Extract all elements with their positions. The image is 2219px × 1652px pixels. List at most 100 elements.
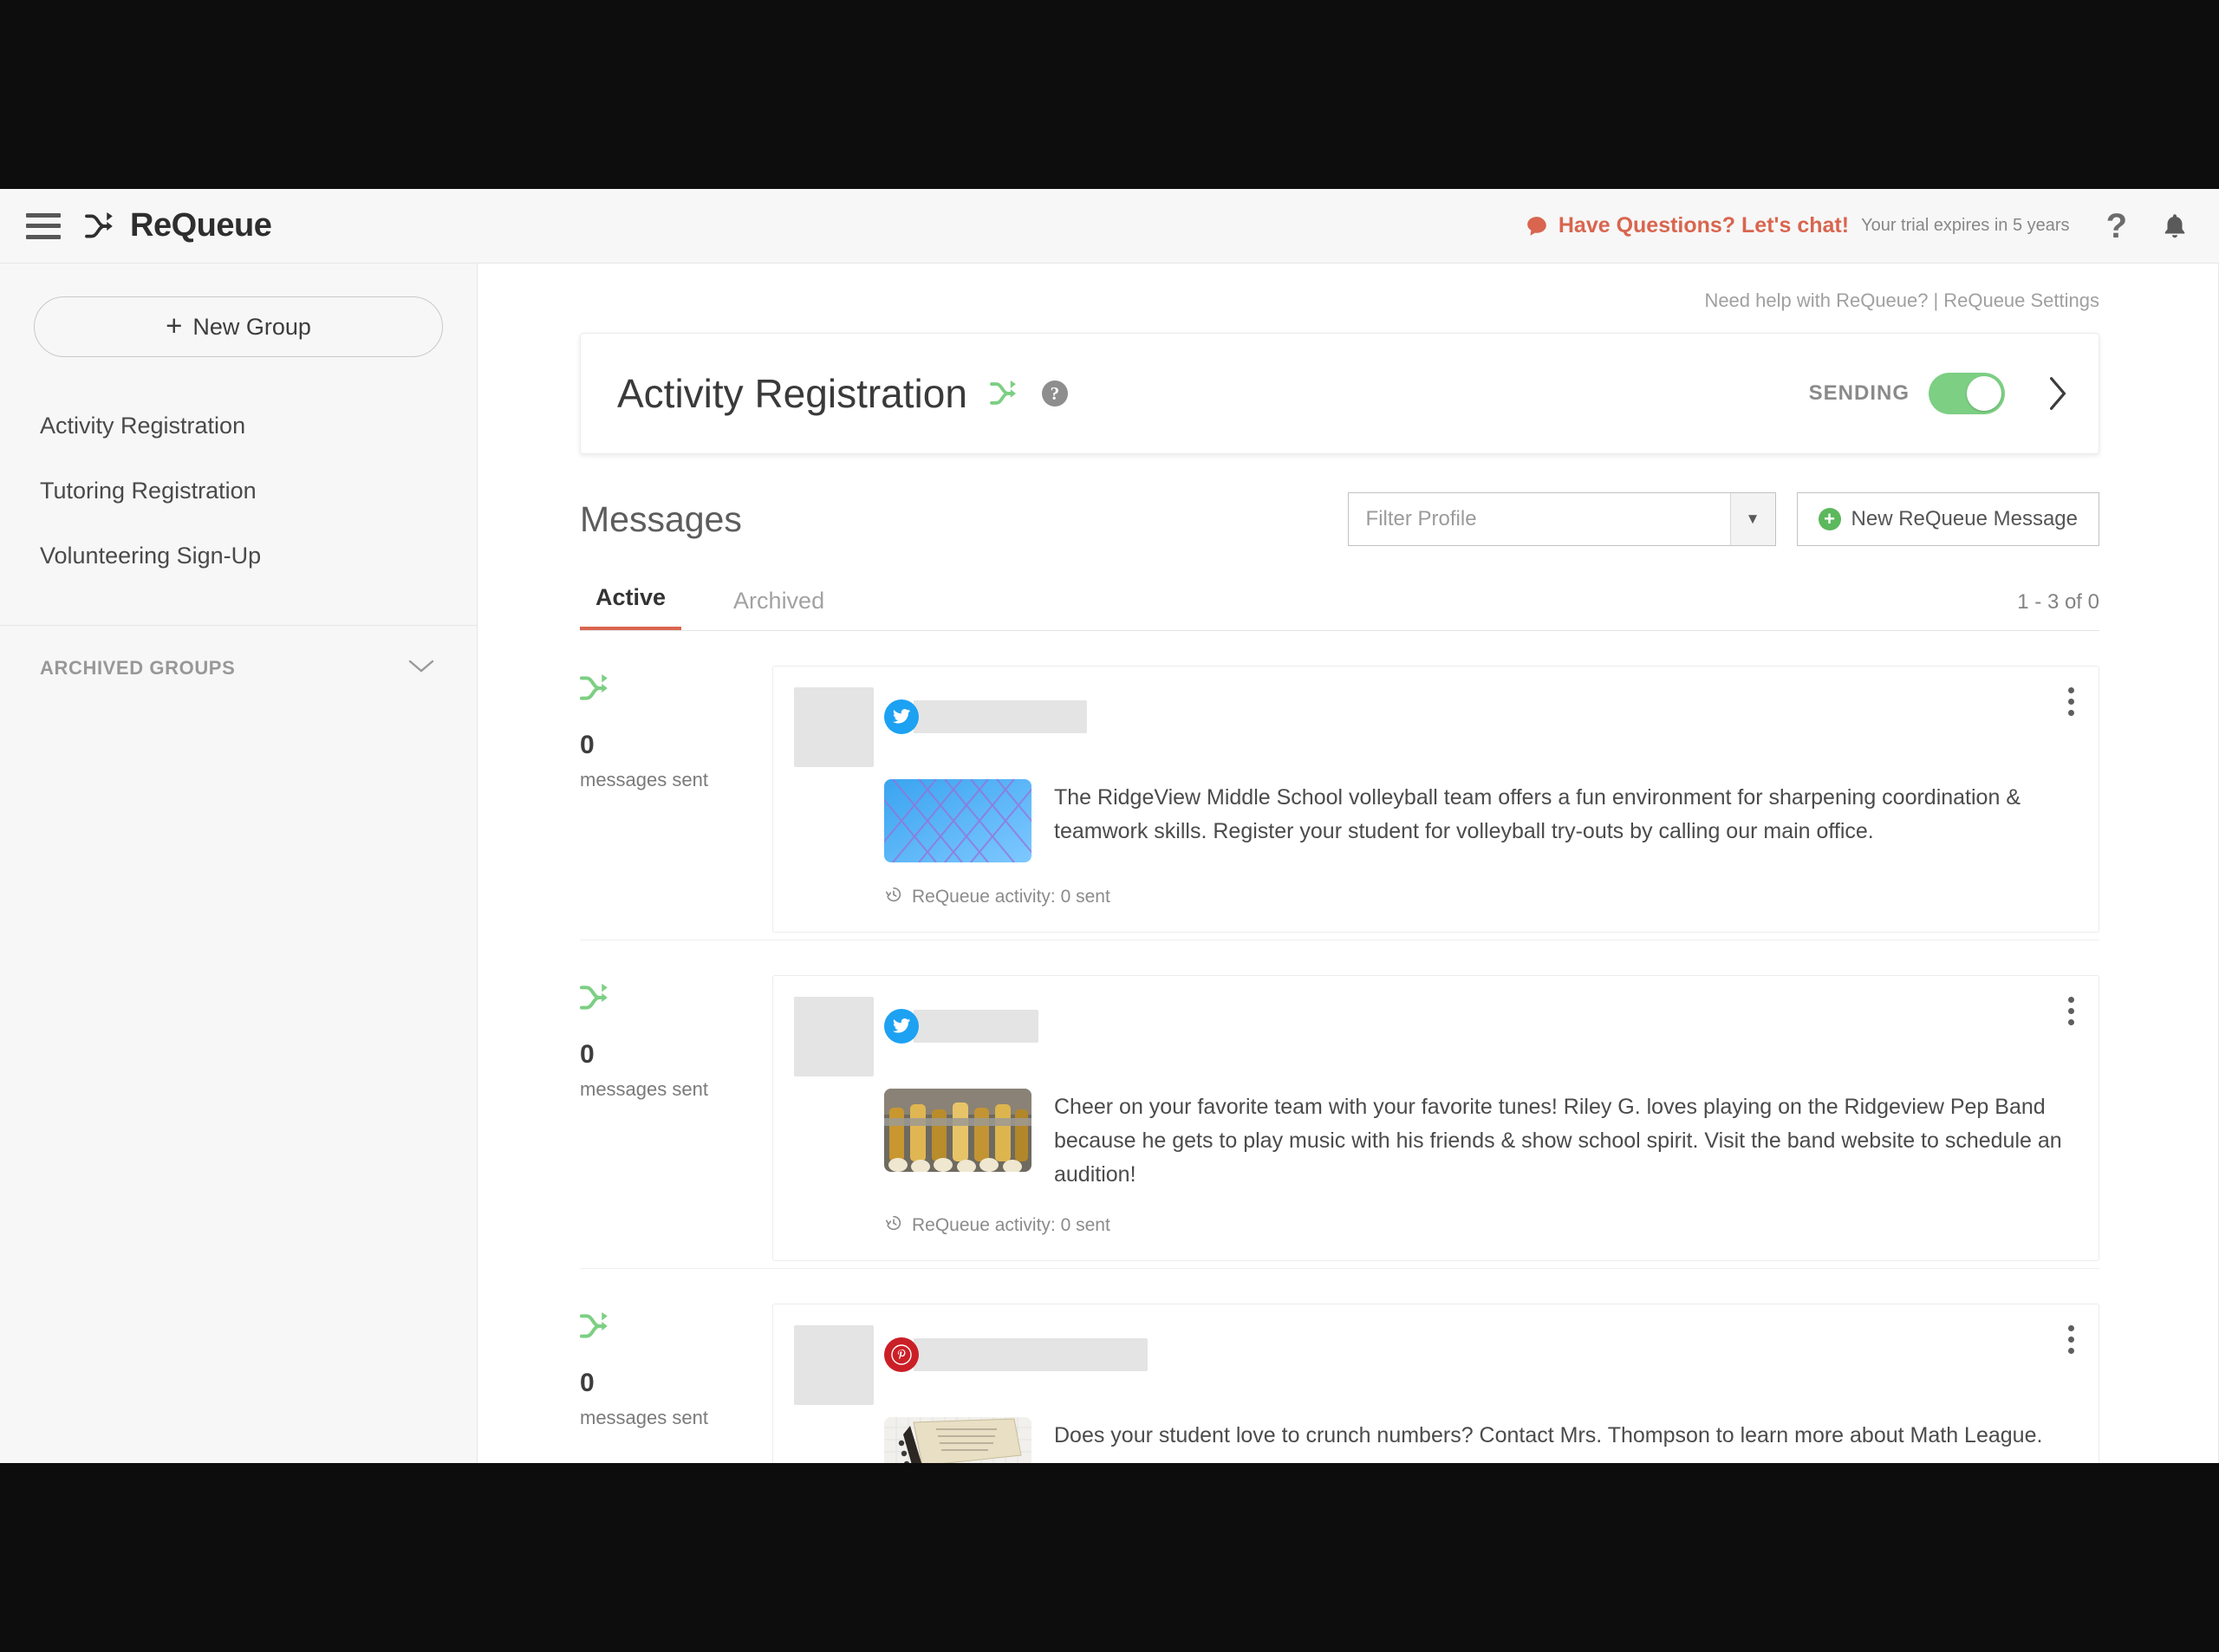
filter-profile-select[interactable]: Filter Profile ▼ — [1347, 492, 1776, 546]
message-activity: ReQueue activity: 0 sent — [794, 1213, 2073, 1238]
kebab-menu-icon[interactable] — [2063, 1320, 2079, 1359]
tab-label: Archived — [733, 588, 825, 614]
sending-label: SENDING — [1808, 381, 1910, 405]
twitter-bird-icon — [884, 1009, 919, 1044]
avatar — [794, 687, 874, 767]
messages-toolbar: Messages Filter Profile ▼ + New ReQueue … — [580, 492, 2099, 546]
history-clock-icon — [884, 885, 903, 909]
brand-name: ReQueue — [130, 207, 272, 244]
message-thumbnail[interactable] — [884, 779, 1031, 862]
message-row: 0 messages sent — [579, 940, 2099, 1270]
trial-notice: Your trial expires in 5 years — [1861, 216, 2070, 235]
tab-archived[interactable]: Archived — [718, 588, 840, 630]
message-card: The RidgeView Middle School volleyball t… — [772, 666, 2099, 933]
message-body: The RidgeView Middle School volleyball t… — [794, 779, 2073, 862]
sending-toggle[interactable] — [1929, 373, 2005, 414]
archived-groups-label: ARCHIVED GROUPS — [40, 657, 236, 679]
group-header-card: Activity Registration ? SENDING — [580, 333, 2099, 454]
twitter-bird-icon — [884, 699, 919, 734]
archived-groups-header[interactable]: ARCHIVED GROUPS — [0, 626, 477, 711]
sidebar: + New Group Activity Registration Tutori… — [0, 263, 478, 1463]
kebab-menu-icon[interactable] — [2063, 992, 2079, 1031]
toggle-knob — [1967, 376, 2001, 411]
sidebar-item-volunteering-sign-up[interactable]: Volunteering Sign-Up — [0, 524, 477, 589]
bell-icon[interactable] — [2162, 211, 2188, 241]
profile-group — [884, 687, 1087, 734]
group-card-controls: SENDING — [1809, 373, 2069, 414]
brand-logo[interactable]: ReQueue — [85, 207, 272, 244]
message-text: Does your student love to crunch numbers… — [1054, 1423, 2043, 1448]
help-circle-icon[interactable]: ? — [1041, 380, 1068, 406]
filter-profile-placeholder: Filter Profile — [1365, 507, 1477, 530]
message-row: 0 messages sent — [579, 1269, 2099, 1463]
message-card: Does your student love to crunch numbers… — [772, 1304, 2099, 1463]
message-card-header — [794, 1325, 2073, 1406]
tab-label: Active — [595, 584, 667, 610]
message-list: 0 messages sent The RidgeView Middle Sch… — [579, 631, 2099, 1463]
activity-label: ReQueue activity: 0 sent — [912, 1215, 1110, 1236]
shuffle-icon — [85, 211, 113, 238]
shuffle-icon — [579, 1312, 772, 1344]
history-clock-icon — [884, 1213, 903, 1238]
profile-name-redacted — [914, 1010, 1038, 1043]
profile-name-redacted — [914, 1338, 1148, 1372]
sidebar-item-label: Activity Registration — [40, 413, 246, 439]
body-row: + New Group Activity Registration Tutori… — [0, 263, 2219, 1463]
message-tabs: Active Archived 1 - 3 of 0 — [580, 572, 2099, 631]
need-help-link[interactable]: Need help with ReQueue? — [1704, 289, 1928, 311]
message-row: 0 messages sent — [579, 631, 2099, 940]
messages-controls: Filter Profile ▼ + New ReQueue Message — [1347, 492, 2099, 546]
new-requeue-message-button[interactable]: + New ReQueue Message — [1796, 492, 2099, 546]
avatar — [794, 997, 874, 1076]
shuffle-icon — [990, 380, 1019, 406]
sent-count: 0 — [580, 1369, 595, 1398]
chat-prompt-link[interactable]: Have Questions? Let's chat! — [1559, 213, 1849, 238]
activity-label: ReQueue activity: 0 sent — [912, 887, 1110, 907]
sidebar-item-activity-registration[interactable]: Activity Registration — [0, 393, 477, 459]
profile-group — [884, 1325, 1148, 1373]
profile-group — [884, 997, 1038, 1044]
message-activity: ReQueue activity: 0 sent — [794, 885, 2073, 909]
pinterest-p-icon — [884, 1337, 919, 1373]
sidebar-item-tutoring-registration[interactable]: Tutoring Registration — [0, 459, 477, 524]
sent-count: 0 — [580, 731, 595, 759]
message-card-header — [794, 997, 2073, 1076]
message-card-header — [794, 687, 2073, 767]
message-thumbnail[interactable] — [884, 1089, 1031, 1172]
top-bar-right: Have Questions? Let's chat! Your trial e… — [1526, 209, 2188, 244]
chat-bubble-icon[interactable] — [1526, 215, 1548, 237]
plus-icon: + — [166, 309, 183, 341]
sent-count: 0 — [580, 1040, 595, 1069]
requeue-settings-link[interactable]: ReQueue Settings — [1943, 289, 2099, 311]
new-group-button[interactable]: + New Group — [34, 296, 443, 357]
chevron-right-icon[interactable] — [2047, 375, 2069, 412]
question-mark-icon[interactable]: ? — [2106, 209, 2127, 244]
plus-circle-icon: + — [1818, 508, 1841, 530]
pagination-count: 1 - 3 of 0 — [2017, 590, 2099, 614]
sent-count-label: messages sent — [580, 1407, 708, 1429]
messages-title: Messages — [580, 498, 742, 539]
requeue-app: ReQueue Have Questions? Let's chat! Your… — [0, 189, 2219, 1463]
message-stats: 0 messages sent — [579, 1304, 772, 1463]
shuffle-icon — [579, 984, 772, 1016]
page-title: Activity Registration — [617, 371, 967, 416]
sidebar-item-label: Volunteering Sign-Up — [40, 543, 262, 569]
shuffle-icon — [579, 674, 772, 706]
message-stats: 0 messages sent — [579, 666, 772, 933]
hamburger-icon[interactable] — [26, 212, 61, 239]
profile-name-redacted — [914, 700, 1087, 733]
avatar — [794, 1325, 874, 1406]
new-group-label: New Group — [192, 313, 311, 340]
letterbox-top — [0, 0, 2219, 189]
kebab-menu-icon[interactable] — [2063, 682, 2079, 721]
message-stats: 0 messages sent — [579, 975, 772, 1261]
message-body: Does your student love to crunch numbers… — [794, 1417, 2073, 1463]
tab-active[interactable]: Active — [580, 584, 682, 630]
top-bar: ReQueue Have Questions? Let's chat! Your… — [0, 189, 2219, 263]
message-text: The RidgeView Middle School volleyball t… — [1054, 785, 2021, 843]
sent-count-label: messages sent — [580, 769, 708, 790]
message-thumbnail[interactable] — [884, 1417, 1031, 1463]
group-list: Activity Registration Tutoring Registrat… — [0, 393, 477, 589]
message-text: Cheer on your favorite team with your fa… — [1054, 1095, 2062, 1187]
need-help-row: Need help with ReQueue? | ReQueue Settings — [478, 263, 2202, 312]
